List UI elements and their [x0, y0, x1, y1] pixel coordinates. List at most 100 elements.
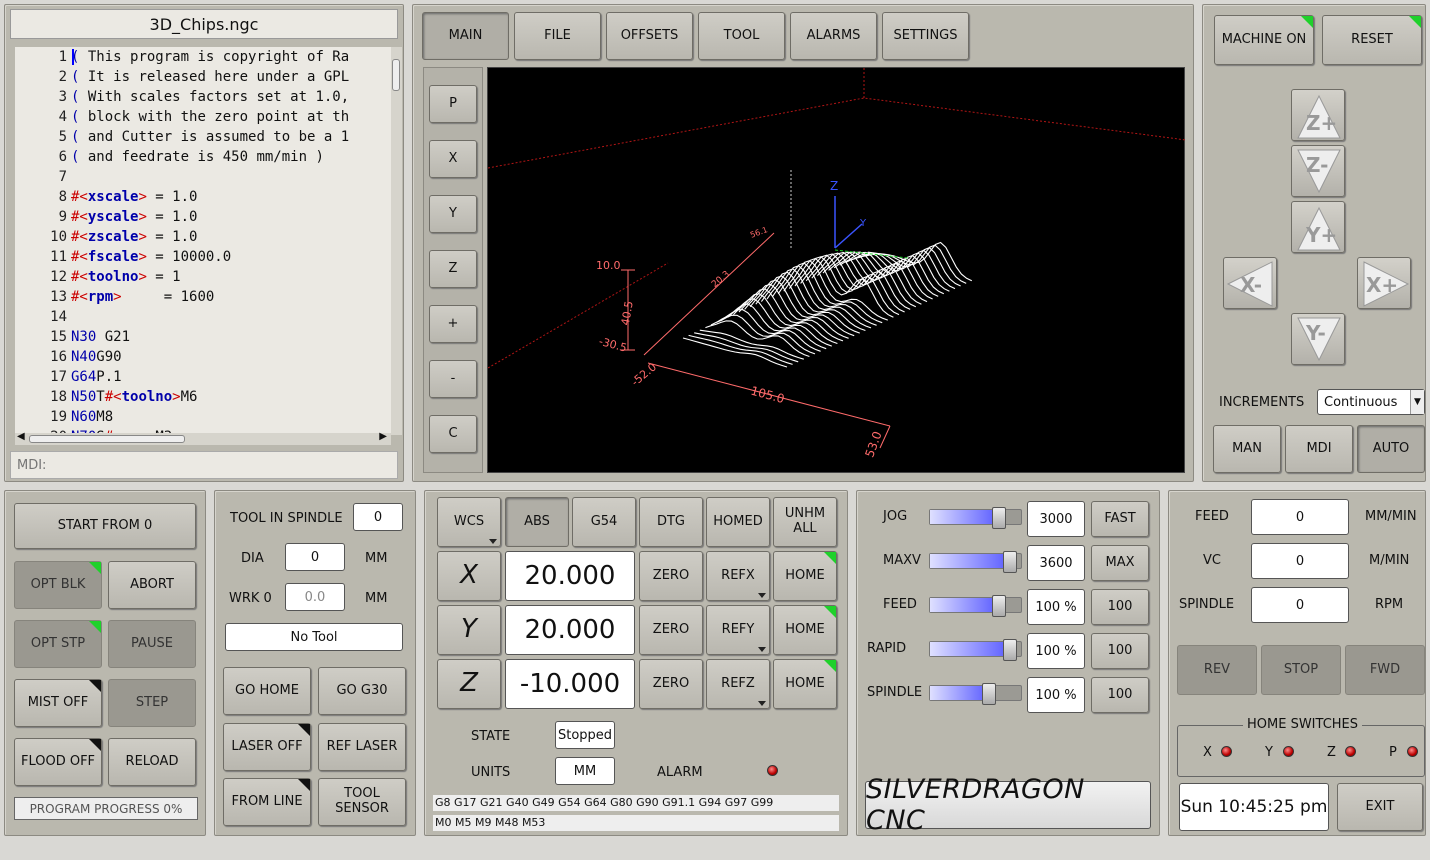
jog-y-minus-button[interactable]: Y-	[1291, 313, 1345, 365]
step-button[interactable]: STEP	[108, 679, 196, 727]
jog-preset-button[interactable]: FAST	[1091, 501, 1149, 537]
rapid-slider-handle[interactable]	[1003, 639, 1017, 661]
jog-override-slider[interactable]	[929, 507, 1022, 529]
jog-y-plus-button[interactable]: Y+	[1291, 201, 1345, 253]
view-z-button[interactable]: Z	[429, 250, 477, 288]
zero-x-button[interactable]: ZERO	[639, 551, 703, 601]
line-text: G64P.1	[71, 369, 122, 385]
spindle-override-slider[interactable]	[929, 683, 1022, 705]
home-z-button[interactable]: HOME	[773, 659, 837, 709]
feed-slider-handle[interactable]	[992, 595, 1006, 617]
y-minus-label: Y-	[1305, 321, 1326, 345]
x-plus-label: X+	[1366, 273, 1398, 297]
machine-on-button[interactable]: MACHINE ON	[1214, 15, 1314, 65]
units-label: UNITS	[471, 765, 511, 780]
maxv-preset-button[interactable]: MAX	[1091, 545, 1149, 581]
ref-y-button[interactable]: REFY	[706, 605, 770, 655]
tool-sensor-button[interactable]: TOOL SENSOR	[318, 778, 406, 826]
axis-z-select-button[interactable]: Z	[437, 659, 501, 709]
go-home-button[interactable]: GO HOME	[223, 667, 311, 715]
gcode-editor[interactable]: 1( This program is copyright of Ra 2( It …	[15, 47, 391, 435]
flood-button[interactable]: FLOOD OFF	[14, 738, 102, 786]
horizontal-scrollbar[interactable]: ◀ ▶	[15, 431, 391, 445]
view-y-button[interactable]: Y	[429, 195, 477, 233]
spindle-stop-button[interactable]: STOP	[1261, 645, 1341, 695]
code-line: 4( block with the zero point at th	[15, 107, 391, 127]
units-field: MM	[555, 757, 615, 785]
spindle-slider-handle[interactable]	[982, 683, 996, 705]
view-x-button[interactable]: X	[429, 140, 477, 178]
from-line-button[interactable]: FROM LINE	[223, 778, 311, 826]
unhome-all-button[interactable]: UNHM ALL	[773, 497, 837, 547]
zero-z-button[interactable]: ZERO	[639, 659, 703, 709]
tab-alarms[interactable]: ALARMS	[790, 12, 877, 60]
ref-x-button[interactable]: REFX	[706, 551, 770, 601]
maxv-slider-handle[interactable]	[1003, 551, 1017, 573]
ref-z-button[interactable]: REFZ	[706, 659, 770, 709]
mdi-input[interactable]	[10, 451, 398, 479]
tool-in-spindle-label: TOOL IN SPINDLE	[230, 511, 343, 526]
g54-button[interactable]: G54	[572, 497, 636, 547]
vertical-scrollbar[interactable]	[391, 47, 402, 435]
mist-button[interactable]: MIST OFF	[14, 679, 102, 727]
rapid-preset-button[interactable]: 100	[1091, 633, 1149, 669]
zero-y-button[interactable]: ZERO	[639, 605, 703, 655]
toolpath-preview[interactable]: 10.0 40.5 -30.5 -52.0 105.0 53.0 20.3 56…	[487, 67, 1187, 473]
spindle-preset-button[interactable]: 100	[1091, 677, 1149, 713]
laser-off-button[interactable]: LASER OFF	[223, 723, 311, 771]
abort-button[interactable]: ABORT	[108, 561, 196, 609]
tab-file[interactable]: FILE	[514, 12, 601, 60]
mode-auto-button[interactable]: AUTO	[1357, 425, 1425, 473]
ref-laser-button[interactable]: REF LASER	[318, 723, 406, 771]
feed-preset-button[interactable]: 100	[1091, 589, 1149, 625]
reload-button[interactable]: RELOAD	[108, 738, 196, 786]
program-panel: START FROM 0 OPT BLK ABORT OPT STP PAUSE…	[4, 490, 206, 836]
reset-button[interactable]: RESET	[1322, 15, 1422, 65]
start-from-button[interactable]: START FROM 0	[14, 503, 196, 549]
axis-x-select-button[interactable]: X	[437, 551, 501, 601]
home-x-button[interactable]: HOME	[773, 551, 837, 601]
axis-y-select-button[interactable]: Y	[437, 605, 501, 655]
tab-tool[interactable]: TOOL	[698, 12, 785, 60]
opt-blk-button[interactable]: OPT BLK	[14, 561, 102, 609]
line-number: 2	[58, 69, 67, 85]
zoom-out-button[interactable]: -	[429, 360, 477, 398]
axis-y-position: 20.000	[505, 605, 635, 655]
spindle-fwd-button[interactable]: FWD	[1345, 645, 1425, 695]
home-y-button[interactable]: HOME	[773, 605, 837, 655]
jog-z-plus-button[interactable]: Z+	[1291, 89, 1345, 141]
increments-select[interactable]: Continuous ▼	[1317, 389, 1425, 415]
mode-man-button[interactable]: MAN	[1213, 425, 1281, 473]
line-text: ( block with the zero point at th	[71, 109, 350, 125]
exit-button[interactable]: EXIT	[1337, 783, 1423, 831]
feed-override-label: FEED	[883, 597, 917, 612]
mode-mdi-button[interactable]: MDI	[1285, 425, 1353, 473]
active-mcodes: M0 M5 M9 M48 M53	[433, 815, 839, 831]
maxv-override-slider[interactable]	[929, 551, 1022, 573]
jog-slider-handle[interactable]	[992, 507, 1006, 529]
opt-stp-button[interactable]: OPT STP	[14, 620, 102, 668]
go-g30-button[interactable]: GO G30	[318, 667, 406, 715]
abs-button[interactable]: ABS	[505, 497, 569, 547]
line-number: 8	[58, 189, 67, 205]
jog-z-minus-button[interactable]: Z-	[1291, 145, 1345, 197]
clear-plot-button[interactable]: C	[429, 415, 477, 453]
wcs-button[interactable]: WCS	[437, 497, 501, 547]
rapid-override-slider[interactable]	[929, 639, 1022, 661]
spindle-rev-button[interactable]: REV	[1177, 645, 1257, 695]
tab-main[interactable]: MAIN	[422, 12, 509, 60]
feed-override-slider[interactable]	[929, 595, 1022, 617]
dia-unit: MM	[365, 551, 388, 566]
dtg-button[interactable]: DTG	[639, 497, 703, 547]
jog-x-plus-button[interactable]: X+	[1357, 257, 1411, 309]
tab-offsets[interactable]: OFFSETS	[606, 12, 693, 60]
view-perspective-button[interactable]: P	[429, 85, 477, 123]
spindle-field: 0	[1251, 587, 1349, 623]
jog-x-minus-button[interactable]: X-	[1223, 257, 1277, 309]
zoom-in-button[interactable]: +	[429, 305, 477, 343]
tab-settings[interactable]: SETTINGS	[882, 12, 969, 60]
homed-button[interactable]: HOMED	[706, 497, 770, 547]
state-label: STATE	[471, 729, 511, 744]
feed-override-value: 100 %	[1027, 589, 1085, 625]
pause-button[interactable]: PAUSE	[108, 620, 196, 668]
